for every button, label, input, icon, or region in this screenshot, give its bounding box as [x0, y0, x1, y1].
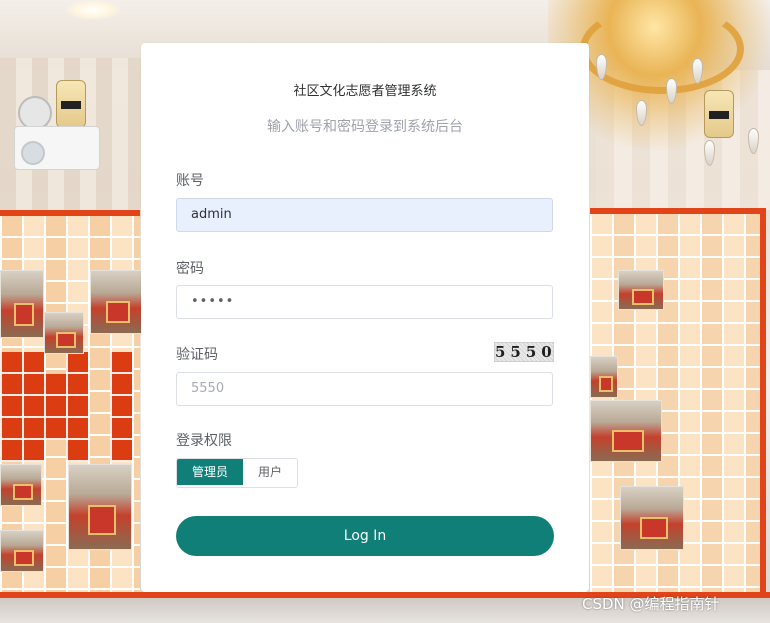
- red-tiles: [110, 352, 132, 462]
- role-label: 登录权限: [176, 433, 232, 449]
- frame-border: [760, 208, 766, 608]
- red-tiles: [66, 352, 88, 462]
- ceiling-lamp: [66, 0, 120, 20]
- login-button[interactable]: Log In: [176, 516, 554, 556]
- volunteer-photo: [590, 400, 662, 462]
- volunteer-photo: [618, 270, 664, 310]
- chandelier-ring: [580, 4, 744, 94]
- captcha-label: 验证码: [176, 347, 218, 363]
- volunteer-photo: [68, 464, 132, 550]
- volunteer-photo: [590, 356, 618, 398]
- account-label: 账号: [176, 173, 204, 189]
- role-option-admin[interactable]: 管理员: [177, 459, 244, 485]
- password-masked-value: •••••: [191, 294, 235, 309]
- volunteer-photo: [0, 270, 44, 338]
- account-value: admin: [191, 207, 232, 222]
- red-tiles: [44, 374, 66, 440]
- password-label: 密码: [176, 261, 204, 277]
- volunteer-photo: [620, 486, 684, 550]
- volunteer-photo: [44, 312, 84, 354]
- role-selector: 管理员 用户: [176, 458, 299, 488]
- air-conditioner: [14, 126, 100, 170]
- role-option-user[interactable]: 用户: [243, 459, 298, 485]
- frame-border: [0, 210, 140, 216]
- speaker-right: [704, 90, 734, 138]
- login-subtitle: 输入账号和密码登录到系统后台: [267, 119, 463, 135]
- red-tiles: [22, 440, 44, 462]
- volunteer-photo: [0, 464, 42, 506]
- captcha-input[interactable]: 5550: [176, 372, 553, 406]
- account-input[interactable]: admin: [176, 198, 553, 232]
- frame-border: [590, 208, 766, 214]
- captcha-placeholder: 5550: [191, 381, 225, 396]
- volunteer-photo: [0, 530, 44, 572]
- watermark: CSDN @编程指南针: [582, 595, 720, 613]
- volunteer-photo: [90, 270, 142, 334]
- captcha-image[interactable]: 5550: [494, 342, 554, 362]
- login-card: 社区文化志愿者管理系统 输入账号和密码登录到系统后台 账号 admin 密码 •…: [141, 43, 589, 592]
- wall-fan: [18, 96, 52, 130]
- password-input[interactable]: •••••: [176, 285, 553, 319]
- system-title: 社区文化志愿者管理系统: [293, 84, 437, 99]
- speaker-left: [56, 80, 86, 128]
